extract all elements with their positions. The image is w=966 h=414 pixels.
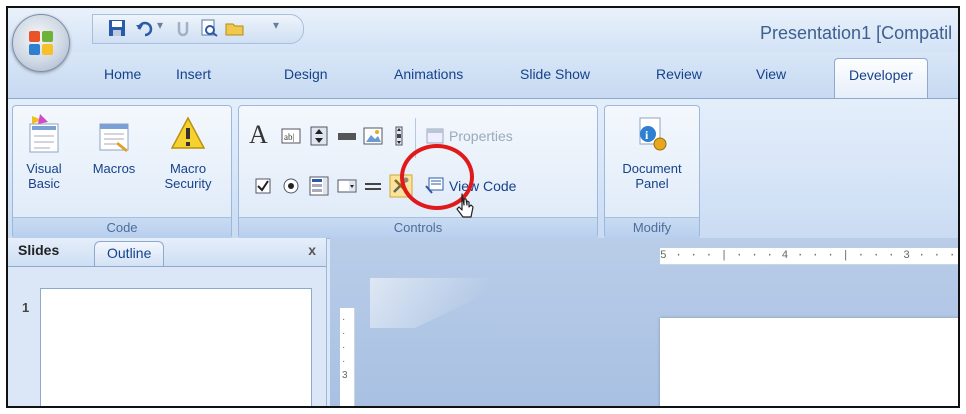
tab-outline[interactable]: Outline	[94, 241, 165, 266]
macros-icon	[99, 123, 129, 152]
code-group: Visual Basic Macros Macro Security Code	[12, 105, 232, 239]
office-logo-icon	[29, 31, 53, 55]
document-panel-button[interactable]: i Document Panel	[609, 114, 695, 191]
combo-box-icon[interactable]	[337, 176, 357, 196]
slide-canvas[interactable]	[660, 318, 958, 406]
document-panel-icon: i	[639, 117, 667, 151]
slides-pane: Slides Outline x 1	[8, 238, 327, 406]
visual-basic-button[interactable]: Visual Basic	[19, 114, 69, 191]
undo-dropdown-icon[interactable]: ▾	[157, 18, 163, 32]
pane-tabs: Slides Outline x	[8, 238, 326, 267]
tab-view[interactable]: View	[756, 66, 786, 82]
window-title: Presentation1 [Compatil	[760, 23, 953, 43]
tab-animations[interactable]: Animations	[394, 66, 463, 82]
horizontal-ruler: 5 · · · | · · · 4 · · · | · · · 3 · · · …	[660, 248, 958, 265]
macros-button[interactable]: Macros	[83, 114, 145, 176]
ribbon: Visual Basic Macros Macro Security Code	[8, 98, 958, 239]
tab-review[interactable]: Review	[656, 66, 702, 82]
macro-security-button[interactable]: Macro Security	[151, 114, 225, 191]
tab-slides[interactable]: Slides	[18, 242, 59, 258]
toggle-button-icon[interactable]	[363, 176, 383, 196]
svg-text:ab|: ab|	[284, 132, 294, 142]
mouse-cursor-icon	[456, 193, 474, 218]
code-group-label: Code	[13, 217, 231, 238]
tab-developer[interactable]: Developer	[834, 58, 928, 98]
warning-icon	[170, 116, 206, 149]
background-sheen	[370, 278, 520, 328]
redo-icon[interactable]	[173, 19, 193, 37]
visual-basic-icon	[29, 114, 59, 153]
document-panel-label: Document Panel	[622, 161, 682, 191]
slide-number: 1	[22, 300, 30, 315]
command-button-icon[interactable]	[337, 126, 357, 146]
print-preview-icon[interactable]	[199, 19, 219, 37]
properties-icon[interactable]	[425, 126, 445, 146]
vertical-ruler-mark: 3	[342, 370, 348, 381]
tab-design[interactable]: Design	[284, 66, 328, 82]
controls-group-label: Controls	[239, 217, 597, 238]
title-bar: ▾ ▾ Presentation1 [Compatil	[8, 8, 958, 52]
textbox-control-icon[interactable]: ab|	[281, 126, 301, 146]
list-box-icon[interactable]	[309, 176, 329, 196]
quick-access-toolbar: ▾ ▾	[92, 14, 304, 44]
modify-group: i Document Panel Modify	[604, 105, 700, 239]
scroll-bar-icon[interactable]	[389, 126, 409, 146]
close-icon[interactable]: x	[308, 242, 316, 258]
macro-security-label: Macro Security	[164, 161, 212, 191]
image-control-icon[interactable]	[363, 126, 383, 146]
label-control-icon[interactable]: A	[249, 120, 268, 150]
tab-slide-show[interactable]: Slide Show	[520, 66, 590, 82]
powerpoint-window: ▾ ▾ Presentation1 [Compatil Home Insert …	[6, 6, 960, 408]
office-button[interactable]	[12, 14, 70, 72]
properties-button[interactable]: Properties	[449, 128, 513, 144]
modify-group-label: Modify	[605, 217, 699, 238]
undo-icon[interactable]	[135, 19, 155, 37]
tab-insert[interactable]: Insert	[176, 66, 211, 82]
macros-label: Macros	[92, 161, 136, 176]
visual-basic-label: Visual Basic	[26, 161, 62, 191]
spin-button-icon[interactable]	[309, 126, 329, 146]
tab-home[interactable]: Home	[104, 66, 141, 82]
save-icon[interactable]	[107, 19, 127, 37]
open-folder-icon[interactable]	[225, 19, 245, 37]
slide-workspace: 5 · · · | · · · 4 · · · | · · · 3 · · · …	[330, 238, 958, 406]
vertical-ruler: · · · · 3	[340, 308, 355, 406]
checkbox-control-icon[interactable]	[253, 176, 273, 196]
ribbon-tabs: Home Insert Design Animations Slide Show…	[8, 52, 958, 98]
customize-toolbar-icon[interactable]: ▾	[273, 18, 279, 32]
option-button-icon[interactable]	[281, 176, 301, 196]
slide-thumbnail[interactable]	[40, 288, 312, 406]
